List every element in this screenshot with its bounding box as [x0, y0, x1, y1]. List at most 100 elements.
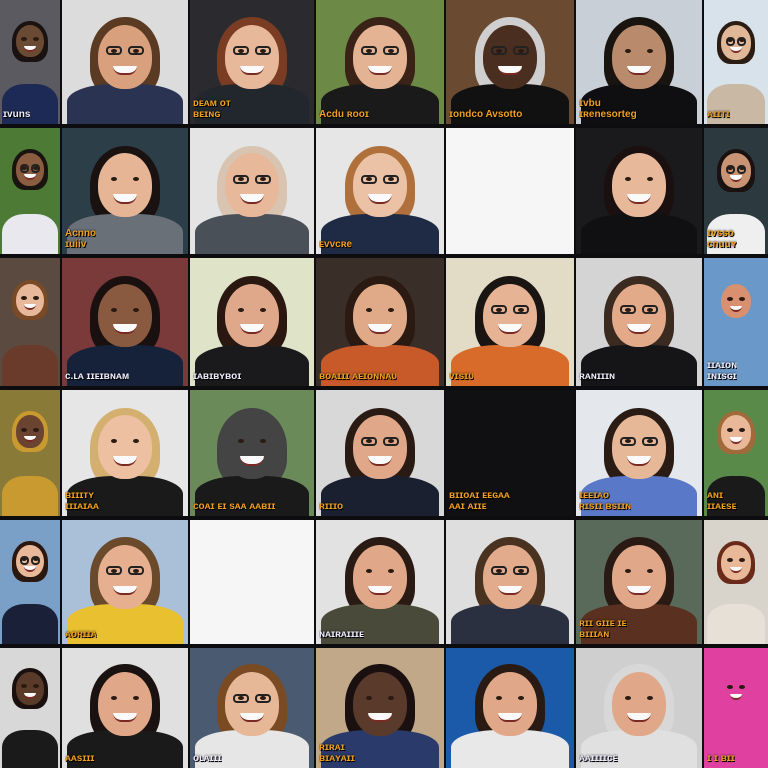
- participant-tile[interactable]: ɪondco Avsotto: [446, 0, 574, 124]
- participant-tile[interactable]: ɪvuns: [0, 0, 60, 124]
- participant-tile[interactable]: ɪᴀʙɪʙʏʙᴏɪ: [190, 258, 314, 386]
- participant-tile[interactable]: ɪ ɪ ʙɪɪ: [704, 648, 768, 768]
- face: [98, 415, 152, 479]
- participant-tile[interactable]: [0, 390, 60, 516]
- participant-tile[interactable]: [0, 128, 60, 254]
- shoulders: [451, 604, 569, 644]
- participant-tile[interactable]: [446, 520, 574, 644]
- glasses-lens: [254, 174, 271, 184]
- participant-tile[interactable]: ᴅᴇᴀᴍ ᴏᴛ ʙᴇɪɴɢ: [190, 0, 314, 124]
- face: [483, 544, 537, 609]
- participant-tile[interactable]: ᴀᴏʀɪɪᴀ: [62, 520, 188, 644]
- participant-tile[interactable]: ᴀᴀsɪɪɪ: [62, 648, 188, 768]
- participant-tile[interactable]: ɪᴇᴇɪᴀᴏ ʀɪsɪɪ ʙsɪɪɴ: [576, 390, 702, 516]
- participant-name-label: ᴀɴɪ ɪɪᴀᴇsᴇ: [707, 490, 737, 512]
- participant-tile[interactable]: [0, 258, 60, 386]
- participant-tile[interactable]: [190, 520, 314, 644]
- participant-name-label: Acnno ɪuiiv: [65, 228, 97, 250]
- participant-name-label: ᴄᴏᴀɪ ᴇɪ sᴀᴀ ᴀᴀʙɪɪ: [193, 501, 276, 512]
- glasses-lens: [512, 305, 529, 315]
- glasses-lens: [233, 174, 250, 184]
- eye: [32, 37, 39, 42]
- face: [353, 24, 407, 89]
- participant-tile[interactable]: ᴇvvcʀe: [316, 128, 444, 254]
- participant-video-background: [190, 520, 314, 644]
- participant-tile[interactable]: ᴄᴏᴀɪ ᴇɪ sᴀᴀ ᴀᴀʙɪɪ: [190, 390, 314, 516]
- participant-tile[interactable]: [704, 520, 768, 644]
- eye: [238, 307, 245, 312]
- participant-tile[interactable]: ʙɪɪɪᴛʏ ɪɪɪᴀɪᴀᴀ: [62, 390, 188, 516]
- participant-tile[interactable]: [0, 520, 60, 644]
- participant-tile[interactable]: ᴠɪsɪᴜ: [446, 258, 574, 386]
- participant-tile[interactable]: ʀɪʀᴀɪ ʙɪᴀʏᴀɪɪ: [316, 648, 444, 768]
- participant-tile[interactable]: [190, 128, 314, 254]
- participant-name-label: ʙɪɪᴏᴀɪ ᴇᴇɢᴀᴀ ᴀᴀɪ ᴀɪɪᴇ: [449, 490, 510, 512]
- face: [612, 153, 666, 217]
- participant-tile[interactable]: [446, 128, 574, 254]
- participant-name-label: ɴᴀɪʀᴀɪɪɪᴇ: [319, 629, 364, 640]
- participant-video: [62, 520, 188, 644]
- face: [483, 672, 537, 736]
- glasses-lens: [233, 693, 250, 703]
- participant-video: [62, 648, 188, 768]
- shoulders: [2, 475, 58, 516]
- participant-name-label: ʙɪɪɪᴛʏ ɪɪɪᴀɪᴀᴀ: [65, 490, 99, 512]
- eye: [738, 558, 745, 562]
- shoulders: [2, 729, 58, 768]
- participant-tile[interactable]: ᴀɴɪ ɪɪᴀᴇsᴇ: [704, 390, 768, 516]
- participant-video: [62, 0, 188, 124]
- face: [612, 672, 666, 736]
- glasses-lens: [106, 566, 123, 576]
- participant-video: [316, 128, 444, 254]
- participant-tile[interactable]: ʙɪɪᴏᴀɪ ᴇᴇɢᴀᴀ ᴀᴀɪ ᴀɪɪᴇ: [446, 390, 574, 516]
- participant-tile[interactable]: Acdu ʀᴏᴏɪ: [316, 0, 444, 124]
- participant-tile[interactable]: ɪvbu ɪʀenesorteg: [576, 0, 702, 124]
- participant-tile[interactable]: [446, 648, 574, 768]
- eye: [21, 427, 28, 432]
- participant-tile[interactable]: Acnno ɪuiiv: [62, 128, 188, 254]
- glasses-lens: [641, 436, 658, 446]
- face: [16, 415, 44, 448]
- face: [612, 415, 666, 479]
- participant-tile[interactable]: ᴀɪɪᴛɪ: [704, 0, 768, 124]
- participant-tile[interactable]: ʙᴏᴀɪɪɪ ᴀᴇɪᴏɴɴᴀᴜ: [316, 258, 444, 386]
- participant-tile[interactable]: ʀɪɪɪᴏ: [316, 390, 444, 516]
- glasses-lens: [361, 436, 378, 446]
- face: [98, 24, 152, 89]
- glasses-lens: [361, 46, 378, 56]
- participant-tile[interactable]: ᴀᴀɪɪɪɪᴄᴇ: [576, 648, 702, 768]
- glasses-lens: [31, 164, 40, 174]
- participant-video: [190, 648, 314, 768]
- participant-tile[interactable]: [0, 648, 60, 768]
- participant-name-label: ᴄ.ʟᴀ ɪɪᴇɪʙɴᴀᴍ: [65, 371, 130, 382]
- participant-tile[interactable]: ʀᴀɴɪɪɪɴ: [576, 258, 702, 386]
- glasses-lens: [382, 436, 399, 446]
- glasses-lens: [31, 555, 40, 565]
- participant-tile[interactable]: ɪɪᴀɪᴏɴ ɪɴɪsɢɪ: [704, 258, 768, 386]
- eye: [738, 296, 745, 301]
- participant-name-label: ᴇvvcʀe: [319, 239, 353, 250]
- face: [353, 153, 407, 217]
- participant-tile[interactable]: ᴄ.ʟᴀ ɪɪᴇɪʙɴᴀᴍ: [62, 258, 188, 386]
- participant-tile[interactable]: ɪvsso ᴄnuuʏ: [704, 128, 768, 254]
- glasses-lens: [620, 305, 637, 315]
- participant-video: [190, 390, 314, 516]
- glasses-lens: [254, 46, 271, 56]
- face: [721, 544, 751, 580]
- participant-video: [190, 258, 314, 386]
- participant-tile[interactable]: [62, 0, 188, 124]
- eye: [366, 307, 373, 312]
- participant-tile[interactable]: ᴏʟᴀɪɪɪ: [190, 648, 314, 768]
- glasses-lens: [20, 555, 29, 565]
- participant-name-label: ɪvuns: [3, 109, 31, 120]
- participant-video: [446, 520, 574, 644]
- participant-video-background: [446, 128, 574, 254]
- participant-video: [316, 0, 444, 124]
- participant-tile[interactable]: ʀɪɪ ɢɪɪᴇ ɪᴇ ʙɪɪɪᴀɴ: [576, 520, 702, 644]
- shoulders: [706, 604, 766, 644]
- face: [225, 24, 279, 89]
- shoulders: [67, 84, 183, 124]
- participant-tile[interactable]: [576, 128, 702, 254]
- eye: [646, 569, 653, 573]
- participant-tile[interactable]: ɴᴀɪʀᴀɪɪɪᴇ: [316, 520, 444, 644]
